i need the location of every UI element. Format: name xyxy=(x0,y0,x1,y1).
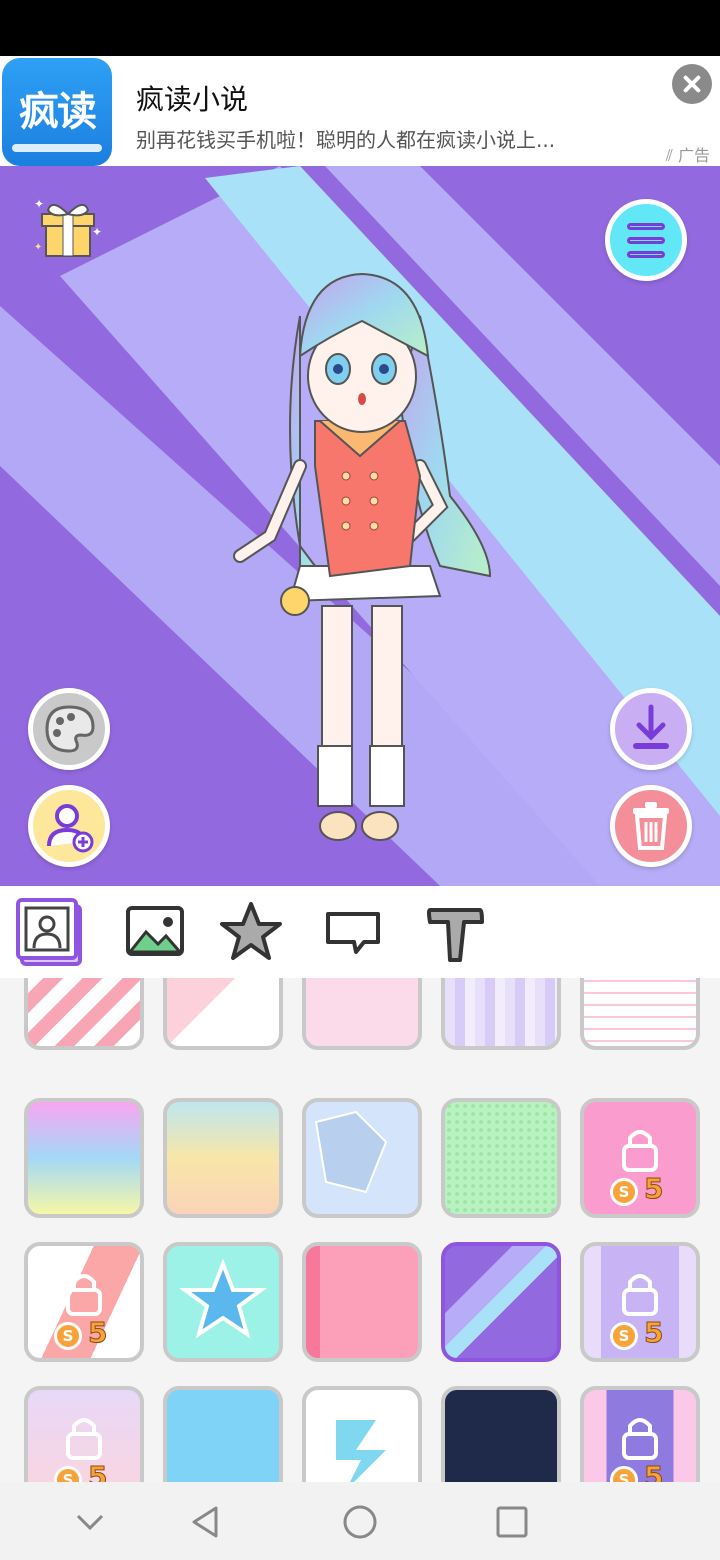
background-tile-selected[interactable] xyxy=(441,1242,561,1362)
category-toolbar xyxy=(0,886,720,978)
download-button[interactable] xyxy=(610,688,692,770)
lock-icon xyxy=(66,1418,102,1460)
sticker-tab[interactable] xyxy=(216,898,286,968)
palette-button[interactable] xyxy=(28,688,110,770)
download-icon xyxy=(633,704,669,749)
back-icon[interactable] xyxy=(186,1502,226,1542)
price-value: 5 xyxy=(643,1172,664,1206)
background-tile[interactable] xyxy=(163,978,283,1050)
background-tile-locked[interactable]: S5 xyxy=(24,1242,144,1362)
menu-icon-line xyxy=(627,237,665,244)
background-tab[interactable] xyxy=(120,898,190,968)
background-tile[interactable] xyxy=(302,1098,422,1218)
ad-close-icon[interactable] xyxy=(672,64,712,104)
dressup-stage: ✦ ✦ ✦ xyxy=(0,166,720,886)
ad-tag: ⫽ 广告 xyxy=(665,146,710,165)
background-grid: S5 S5 S5 S 5 S 5 xyxy=(0,978,720,1482)
lock-icon xyxy=(622,1418,658,1460)
price-value: 5 xyxy=(643,1316,664,1350)
status-bar xyxy=(0,0,720,56)
menu-icon-line xyxy=(627,251,665,258)
background-tile[interactable] xyxy=(441,1386,561,1482)
svg-text:✦: ✦ xyxy=(92,225,102,239)
menu-icon xyxy=(627,223,665,230)
price-value: 5 xyxy=(87,1460,108,1483)
background-tile[interactable] xyxy=(24,978,144,1050)
home-icon[interactable] xyxy=(340,1502,380,1542)
text-tab[interactable] xyxy=(420,898,490,968)
background-tile[interactable] xyxy=(163,1098,283,1218)
chevron-down-icon[interactable] xyxy=(70,1502,110,1542)
coin-icon: S xyxy=(54,1322,82,1350)
background-tile[interactable] xyxy=(163,1386,283,1482)
recents-icon[interactable] xyxy=(492,1502,532,1542)
lock-icon xyxy=(622,1130,658,1172)
star-icon xyxy=(220,902,282,960)
ad-tag-label: 广告 xyxy=(677,146,710,165)
background-tile[interactable] xyxy=(24,1098,144,1218)
ad-description[interactable]: 别再花钱买手机啦！聪明的人都在疯读小说上... xyxy=(136,124,555,153)
svg-text:✦: ✦ xyxy=(34,197,44,211)
background-tile-locked[interactable]: S5 xyxy=(580,1098,700,1218)
ad-title[interactable]: 疯读小说 xyxy=(136,78,248,118)
portrait-icon xyxy=(16,898,82,966)
lock-icon xyxy=(622,1274,658,1316)
background-tile[interactable] xyxy=(580,978,700,1050)
star-icon xyxy=(178,1258,268,1339)
add-person-icon xyxy=(47,804,94,853)
price-value: 5 xyxy=(87,1316,108,1350)
svg-text:✦: ✦ xyxy=(34,242,42,253)
background-tile[interactable] xyxy=(302,1386,422,1482)
palette-icon xyxy=(45,705,95,753)
background-tile-locked[interactable]: S5 xyxy=(580,1242,700,1362)
background-tile[interactable] xyxy=(302,1242,422,1362)
speech-bubble-icon xyxy=(326,912,380,954)
coin-icon: S xyxy=(610,1178,638,1206)
menu-button[interactable] xyxy=(605,199,687,281)
ad-app-logo[interactable]: 疯读 xyxy=(2,58,112,166)
character-figure[interactable] xyxy=(0,166,720,886)
lock-icon xyxy=(66,1274,102,1316)
system-nav-bar xyxy=(0,1482,720,1560)
background-tile[interactable] xyxy=(441,978,561,1050)
character-tab[interactable] xyxy=(16,898,86,968)
background-tile[interactable] xyxy=(163,1242,283,1362)
background-tile[interactable] xyxy=(302,978,422,1050)
text-icon xyxy=(427,908,484,962)
lightning-icon xyxy=(336,1420,386,1482)
background-tile-locked[interactable]: S5 xyxy=(24,1386,144,1482)
trash-icon xyxy=(633,802,669,850)
gift-icon[interactable]: ✦ ✦ ✦ xyxy=(30,190,106,266)
delete-button[interactable] xyxy=(610,785,692,867)
ad-banner[interactable]: 疯读 疯读小说 别再花钱买手机啦！聪明的人都在疯读小说上... ⫽ 广告 xyxy=(0,56,720,166)
coin-icon: S xyxy=(610,1322,638,1350)
speech-bubble-tab[interactable] xyxy=(318,898,388,968)
price-value: 5 xyxy=(643,1460,664,1483)
background-tile-locked[interactable]: S5 xyxy=(580,1386,700,1482)
image-icon xyxy=(126,906,184,956)
add-character-button[interactable] xyxy=(28,785,110,867)
screen: 疯读 疯读小说 别再花钱买手机啦！聪明的人都在疯读小说上... ⫽ 广告 ✦ ✦… xyxy=(0,0,720,1560)
background-tile[interactable] xyxy=(441,1098,561,1218)
